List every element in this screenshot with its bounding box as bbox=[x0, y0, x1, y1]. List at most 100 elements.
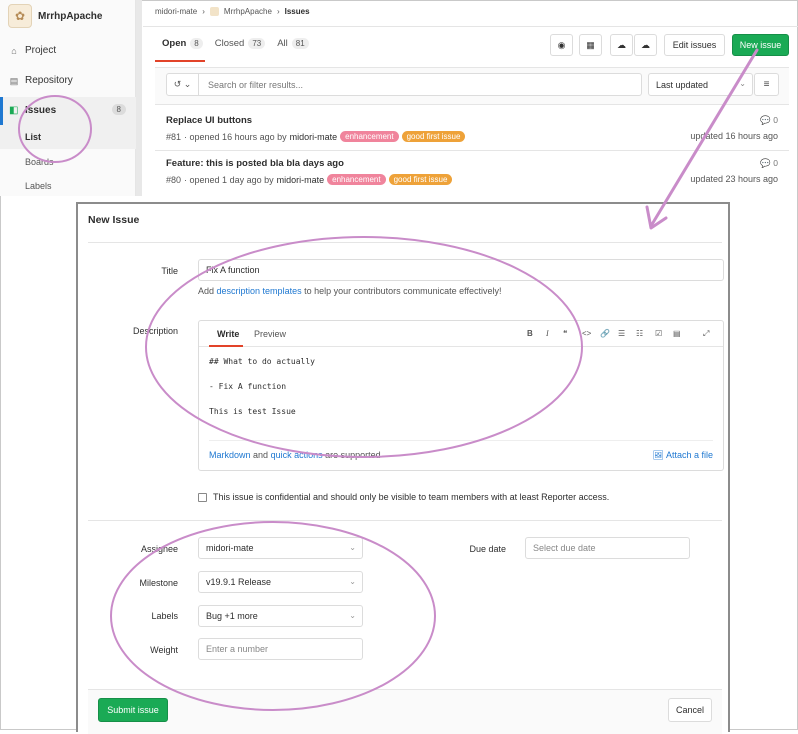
labels-label: Labels bbox=[151, 611, 178, 621]
cancel-button[interactable]: Cancel bbox=[668, 698, 712, 722]
confidential-checkbox[interactable] bbox=[198, 492, 207, 502]
edit-issues-button[interactable]: Edit issues bbox=[664, 34, 725, 56]
tab-write[interactable]: Write bbox=[217, 329, 239, 339]
issue-ref: #80 bbox=[166, 174, 182, 185]
bold-icon[interactable]: B bbox=[527, 329, 533, 338]
issue-opened: · opened 16 hours ago by bbox=[184, 131, 287, 142]
labels-select[interactable]: Bug +1 more ⌄ bbox=[198, 605, 363, 627]
bullet-list-icon[interactable]: ☰ bbox=[618, 329, 625, 338]
new-issue-modal: New Issue Title Fix A function Add descr… bbox=[76, 202, 730, 734]
breadcrumb-user[interactable]: midori-mate bbox=[155, 7, 197, 16]
attach-file-button[interactable]: 🖼 Attach a file bbox=[653, 450, 713, 461]
tab-all[interactable]: All 81 bbox=[277, 38, 309, 49]
divider bbox=[143, 26, 798, 27]
tab-preview[interactable]: Preview bbox=[254, 329, 286, 339]
link-icon[interactable]: 🔗 bbox=[600, 329, 610, 338]
search-placeholder: Search or filter results... bbox=[208, 80, 304, 90]
numbered-list-icon[interactable]: ☷ bbox=[636, 329, 643, 338]
sidebar-item-repository[interactable]: ▤ Repository bbox=[9, 75, 73, 86]
table-icon[interactable]: ▤ bbox=[673, 329, 681, 338]
breadcrumb-project[interactable]: MrrhpApache bbox=[224, 7, 272, 16]
new-issue-button[interactable]: New issue bbox=[732, 34, 789, 56]
sidebar-item-list[interactable]: List bbox=[0, 125, 136, 149]
issue-row[interactable]: Replace UI buttons #81 · opened 16 hours… bbox=[166, 107, 780, 151]
quick-actions-link[interactable]: quick actions bbox=[271, 450, 323, 460]
sort-direction-button[interactable]: ≡ bbox=[754, 73, 779, 96]
chevron-down-icon: ⌄ bbox=[349, 611, 356, 620]
sidebar-item-label: Issues bbox=[25, 105, 57, 116]
history-icon: ↺ ⌄ bbox=[173, 79, 192, 89]
title-label: Title bbox=[161, 266, 178, 276]
cloud-download-icon: ☁ bbox=[617, 39, 626, 50]
issue-title[interactable]: Replace UI buttons bbox=[166, 115, 252, 126]
issue-row[interactable]: Feature: this is posted bla bla days ago… bbox=[166, 150, 780, 194]
markdown-link[interactable]: Markdown bbox=[209, 450, 251, 460]
issue-title[interactable]: Feature: this is posted bla bla days ago bbox=[166, 158, 344, 169]
tab-count-badge: 8 bbox=[190, 38, 203, 49]
weight-input[interactable]: Enter a number bbox=[198, 638, 363, 660]
assignee-select[interactable]: midori-mate ⌄ bbox=[198, 537, 363, 559]
chevron-right-icon: › bbox=[276, 7, 280, 16]
sidebar-item-issues[interactable]: ◧ Issues 8 bbox=[0, 97, 136, 125]
italic-icon[interactable]: I bbox=[546, 329, 549, 338]
label-badge[interactable]: good first issue bbox=[401, 131, 466, 142]
due-date-label: Due date bbox=[469, 544, 506, 554]
editor-footer: Markdown and quick actions are supported… bbox=[209, 440, 713, 460]
issue-opened: · opened 1 day ago by bbox=[184, 174, 274, 185]
sidebar-scrollbar[interactable] bbox=[136, 0, 142, 196]
upload-button[interactable]: ☁ bbox=[634, 34, 657, 56]
issue-updated: updated 23 hours ago bbox=[690, 174, 778, 184]
rss-button[interactable]: ◉ bbox=[550, 34, 573, 56]
divider bbox=[88, 242, 722, 243]
markdown-hint: Markdown and quick actions are supported bbox=[209, 450, 381, 460]
description-templates-link[interactable]: description templates bbox=[217, 286, 302, 296]
project-brand[interactable]: ✿ MrrhpApache bbox=[8, 4, 102, 28]
issue-state-tabs: Open 8 Closed 73 All 81 bbox=[162, 38, 309, 49]
download-button[interactable]: ☁ bbox=[610, 34, 633, 56]
chevron-down-icon: ⌄ bbox=[739, 79, 746, 88]
tab-closed[interactable]: Closed 73 bbox=[215, 38, 266, 49]
confidential-option[interactable]: This issue is confidential and should on… bbox=[198, 492, 609, 502]
submit-issue-button[interactable]: Submit issue bbox=[98, 698, 168, 722]
issue-author[interactable]: midori-mate bbox=[290, 132, 338, 142]
milestone-select[interactable]: v19.9.1 Release ⌄ bbox=[198, 571, 363, 593]
sort-dropdown[interactable]: Last updated ⌄ bbox=[648, 73, 753, 96]
sidebar-item-label: Repository bbox=[25, 75, 73, 86]
search-input[interactable]: ↺ ⌄ Search or filter results... bbox=[166, 73, 642, 96]
issues-icon: ◧ bbox=[9, 105, 19, 116]
sidebar-item-boards[interactable]: Boards bbox=[0, 150, 136, 174]
comment-icon: 💬 bbox=[760, 115, 771, 125]
active-tab-underline bbox=[155, 60, 205, 62]
editor-tabs: Write Preview B I ❝ <> 🔗 ☰ ☷ ☑ ▤ ⤢ bbox=[199, 321, 723, 347]
project-avatar: ✿ bbox=[8, 4, 32, 28]
label-badge[interactable]: good first issue bbox=[388, 174, 453, 185]
assignee-label: Assignee bbox=[140, 544, 178, 554]
title-field[interactable]: Fix A function bbox=[198, 259, 724, 281]
description-editor[interactable]: Write Preview B I ❝ <> 🔗 ☰ ☷ ☑ ▤ ⤢ ## Wh… bbox=[198, 320, 724, 471]
label-badge[interactable]: enhancement bbox=[340, 131, 399, 142]
task-list-icon[interactable]: ☑ bbox=[655, 329, 662, 338]
issue-comments[interactable]: 💬 0 bbox=[760, 158, 778, 169]
rss-icon: ◉ bbox=[557, 39, 566, 50]
sidebar-item-label: List bbox=[25, 132, 42, 142]
quote-icon[interactable]: ❝ bbox=[563, 329, 567, 338]
milestone-value: v19.9.1 Release bbox=[206, 577, 272, 587]
project-mini-avatar bbox=[209, 7, 219, 16]
fullscreen-icon[interactable]: ⤢ bbox=[703, 329, 709, 339]
calendar-button[interactable]: ▦ bbox=[579, 34, 602, 56]
sidebar-item-project[interactable]: ⌂ Project bbox=[9, 45, 56, 56]
sidebar: ✿ MrrhpApache ⌂ Project ▤ Repository ◧ I… bbox=[0, 0, 136, 196]
history-dropdown[interactable]: ↺ ⌄ bbox=[167, 74, 199, 95]
body-line: ## What to do actually bbox=[209, 357, 315, 366]
confidential-label: This issue is confidential and should on… bbox=[213, 492, 610, 502]
tab-open[interactable]: Open 8 bbox=[162, 38, 203, 49]
issue-comments[interactable]: 💬 0 bbox=[760, 115, 778, 126]
project-name: MrrhpApache bbox=[38, 10, 103, 22]
due-date-input[interactable]: Select due date bbox=[525, 537, 690, 559]
chevron-right-icon: › bbox=[202, 7, 205, 16]
issue-meta: #80 · opened 1 day ago by midori-mate en… bbox=[166, 174, 453, 185]
label-badge[interactable]: enhancement bbox=[327, 174, 386, 185]
issue-author[interactable]: midori-mate bbox=[277, 175, 325, 185]
code-icon[interactable]: <> bbox=[582, 329, 591, 338]
sidebar-item-labels[interactable]: Labels bbox=[0, 174, 136, 198]
